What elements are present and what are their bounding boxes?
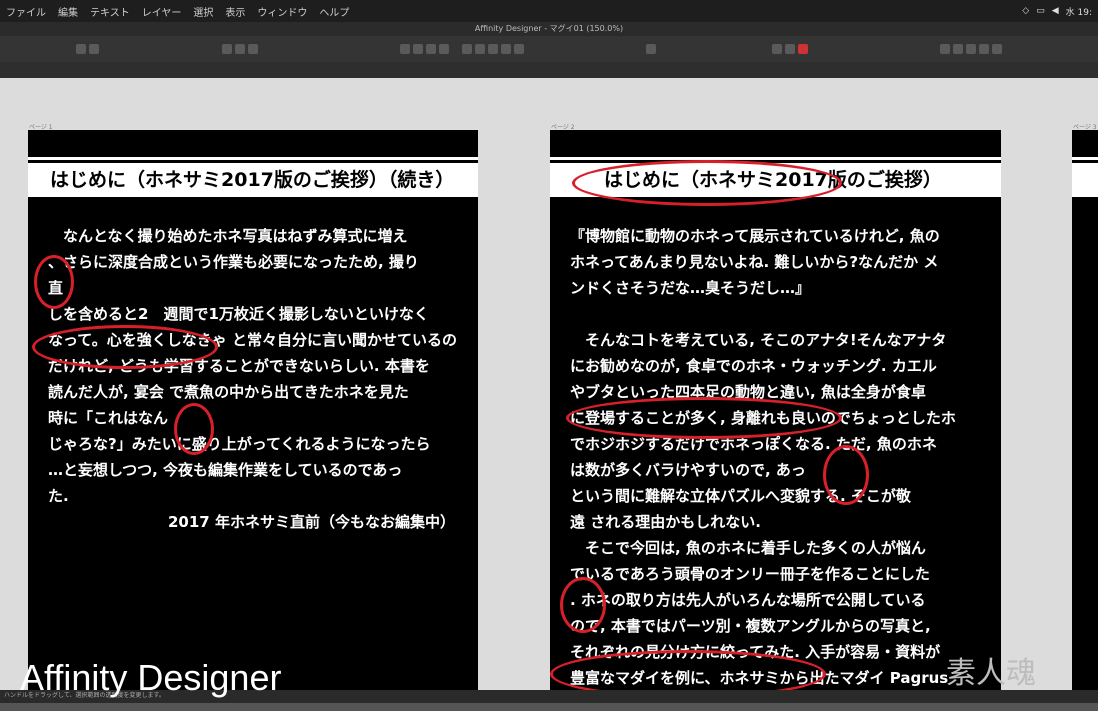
snapping-toggle-icon[interactable] [798,44,808,54]
menu-window[interactable]: ウィンドウ [251,4,313,19]
snapping-options-icon[interactable] [785,44,795,54]
snapping-group [772,42,808,56]
main-toolbar [0,36,1098,62]
boolean-icon[interactable] [953,44,963,54]
view-mode-icon[interactable] [235,44,245,54]
context-toolbar [0,62,1098,79]
header-rule [1072,157,1098,160]
transform-icon[interactable] [646,44,656,54]
menubar-status-area: ◇ ▭ ◀ 水 19: [1022,0,1092,22]
signature-text[interactable]: 2017 年ホネサミ直前（今もなお編集中） [168,509,455,535]
dock [0,703,1098,711]
header-rule [28,157,478,160]
annotation-circle [560,577,606,633]
display-icon[interactable]: ▭ [1036,6,1045,16]
boolean-icon[interactable] [992,44,1002,54]
menu-edit[interactable]: 編集 [52,4,84,19]
annotation-circle [566,397,842,439]
transform-group [646,42,656,56]
channel-stamp: 素人魂 [946,656,1036,691]
menu-select[interactable]: 選択 [187,4,219,19]
canvas[interactable]: ページ 1 ページ 2 ページ 3 はじめに（ホネサミ2017版のご挨拶）（続き… [0,78,1098,690]
page-3[interactable] [1072,130,1098,690]
designer-persona-icon[interactable] [76,44,86,54]
heading-band [1072,163,1098,197]
view-mode-icon[interactable] [248,44,258,54]
annotation-circle [34,255,74,309]
align-icon[interactable] [501,44,511,54]
arrange-icon[interactable] [400,44,410,54]
page-heading[interactable]: はじめに（ホネサミ2017版のご挨拶）（続き） [28,163,478,197]
clock[interactable]: 水 19: [1066,5,1092,18]
menu-file[interactable]: ファイル [0,4,52,19]
window-title: Affinity Designer - マグイ01 (150.0%) [0,22,1098,36]
volume-icon[interactable]: ◀ [1052,6,1059,16]
annotation-circle [32,325,218,369]
annotation-circle [572,160,842,206]
annotation-circle [174,403,214,455]
align-icon[interactable] [488,44,498,54]
page-1[interactable]: はじめに（ホネサミ2017版のご挨拶）（続き） なんとなく撮り始めたホネ写真はね… [28,130,478,690]
boolean-icon[interactable] [966,44,976,54]
menu-layer[interactable]: レイヤー [136,4,188,19]
view-mode-icon[interactable] [222,44,232,54]
boolean-group [940,42,1002,56]
boolean-icon[interactable] [979,44,989,54]
snapping-icon[interactable] [772,44,782,54]
arrange-group [400,42,449,56]
body-text[interactable]: 『博物館に動物のホネって展示されているけれど, 魚の ホネってあんまり見ないよね… [570,223,956,690]
pixel-persona-icon[interactable] [89,44,99,54]
align-icon[interactable] [514,44,524,54]
boolean-icon[interactable] [940,44,950,54]
align-group [462,42,524,56]
arrange-icon[interactable] [426,44,436,54]
menu-view[interactable]: 表示 [219,4,251,19]
arrange-icon[interactable] [439,44,449,54]
view-mode-group [222,42,258,56]
header-rule [550,157,1001,160]
menu-help[interactable]: ヘルプ [313,4,355,19]
menu-text[interactable]: テキスト [84,4,136,19]
persona-switcher [76,42,99,56]
arrange-icon[interactable] [413,44,423,54]
annotation-circle [823,445,869,505]
align-icon[interactable] [462,44,472,54]
video-watermark: Affinity Designer [20,657,282,698]
wifi-icon[interactable]: ◇ [1022,6,1029,16]
align-icon[interactable] [475,44,485,54]
menu-bar: ファイル 編集 テキスト レイヤー 選択 表示 ウィンドウ ヘルプ ◇ ▭ ◀ … [0,0,1098,22]
